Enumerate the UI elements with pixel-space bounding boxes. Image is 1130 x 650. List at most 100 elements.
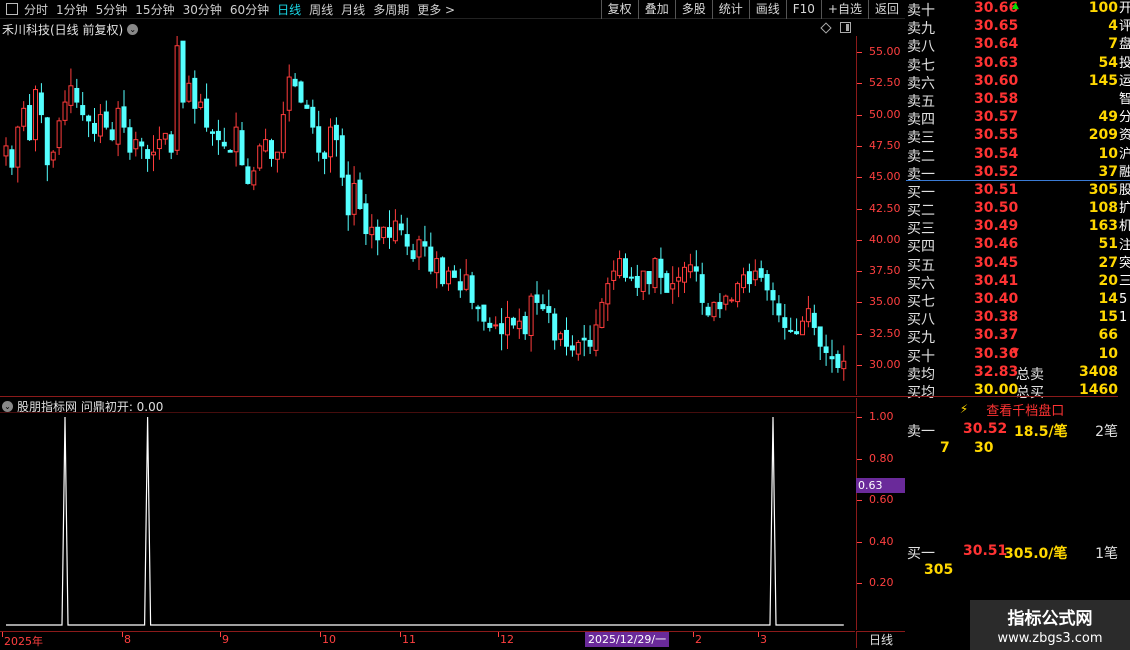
price-tick-label: 47.50 <box>869 138 901 152</box>
summary-total-label: 总卖 <box>1016 366 1044 383</box>
chevron-down-icon[interactable]: ⌄ <box>127 24 139 35</box>
candle <box>776 295 782 323</box>
book-row[interactable]: 卖三 30.55 209 <box>906 127 1118 147</box>
candle <box>115 101 121 157</box>
book-label: 卖五 <box>907 93 935 110</box>
book-label: 卖八 <box>907 39 935 56</box>
book-row[interactable]: 买七 30.40 14 <box>906 291 1118 310</box>
period-tab-9[interactable]: 多周期 <box>373 1 409 18</box>
edge-char: 股 <box>1119 183 1130 199</box>
tool-button-2[interactable]: 多股 <box>674 0 712 19</box>
candle <box>298 80 304 104</box>
book-row[interactable]: 买八 30.38 15 <box>906 309 1118 329</box>
book-row[interactable]: 买四 30.46 51 <box>906 236 1118 255</box>
tool-button-1[interactable]: 叠加 <box>637 0 675 19</box>
book-price: 30.60 <box>974 72 1019 89</box>
candle <box>741 267 746 294</box>
tool-button-4[interactable]: 画线 <box>748 0 786 19</box>
candle <box>770 282 776 316</box>
layout-toggle-icon[interactable] <box>6 3 18 15</box>
book-volume: 49 <box>1098 109 1118 126</box>
edge-char: 资 <box>1119 128 1130 144</box>
period-tab-4[interactable]: 30分钟 <box>183 1 222 18</box>
date-label: 2025年 <box>4 635 43 648</box>
book-price: 30.54 <box>974 145 1019 162</box>
candle <box>121 90 127 133</box>
candle <box>310 99 316 134</box>
book-row[interactable]: 卖五 30.58 <box>906 91 1118 110</box>
book-row[interactable]: 买五 30.45 27 <box>906 255 1118 274</box>
book-price: 30.37 <box>974 327 1019 344</box>
view-qian-dang-button[interactable]: 查看千档盘口 <box>986 400 1064 419</box>
candle <box>245 158 251 185</box>
candle <box>86 114 92 138</box>
book-label: 卖三 <box>907 130 935 147</box>
chevron-down-icon[interactable]: ⌄ <box>2 401 13 412</box>
candle <box>33 85 38 152</box>
period-tab-3[interactable]: 15分钟 <box>135 1 174 18</box>
ask1-queue-2: 30 <box>974 440 994 456</box>
edge-char: 融 <box>1119 164 1130 180</box>
price-tick-label: 32.50 <box>869 326 901 340</box>
candle <box>764 270 770 301</box>
period-tab-1[interactable]: 1分钟 <box>56 1 88 18</box>
candle <box>817 326 823 361</box>
period-tab-2[interactable]: 5分钟 <box>96 1 128 18</box>
book-volume: 145 <box>1088 72 1118 89</box>
period-tab-5[interactable]: 60分钟 <box>230 1 269 18</box>
candlestick-chart[interactable] <box>0 36 855 395</box>
candle <box>451 265 457 278</box>
candle <box>109 121 115 142</box>
period-tab-8[interactable]: 月线 <box>341 1 365 18</box>
tool-button-7[interactable]: 返回 <box>867 0 905 19</box>
tool-button-6[interactable]: +自选 <box>820 0 868 19</box>
candle <box>410 243 416 262</box>
book-row[interactable]: 卖六 30.60 145 <box>906 72 1118 92</box>
book-row[interactable]: 买十 30.36 10 ▼ <box>906 346 1118 365</box>
period-tab-6[interactable]: 日线 <box>277 1 301 18</box>
indicator-chart[interactable] <box>0 412 855 630</box>
book-row[interactable]: 卖八 30.64 7 <box>906 36 1118 56</box>
candle <box>351 166 357 226</box>
indicator-tick <box>857 583 862 585</box>
tool-button-0[interactable]: 复权 <box>600 0 638 19</box>
period-tab-0[interactable]: 分时 <box>24 1 48 18</box>
book-row[interactable]: 卖九 30.65 4 <box>906 18 1118 37</box>
tool-button-3[interactable]: 统计 <box>711 0 749 19</box>
book-row[interactable]: 卖四 30.57 49 <box>906 109 1118 128</box>
book-row[interactable]: 买九 30.37 66 <box>906 327 1118 346</box>
book-label: 买八 <box>907 312 935 329</box>
book-row[interactable]: 买一 30.51 305 <box>906 182 1118 201</box>
diamond-icon[interactable] <box>820 22 832 34</box>
book-volume: 37 <box>1098 163 1118 180</box>
period-tab-10[interactable]: 更多 > <box>417 1 455 18</box>
window-icon[interactable] <box>840 22 851 33</box>
date-tick <box>220 632 221 637</box>
candle <box>829 339 835 373</box>
candle <box>251 166 257 191</box>
candle <box>15 125 21 183</box>
book-row[interactable]: 卖十 30.66 100 ▲ <box>906 0 1118 19</box>
price-tick <box>857 365 862 366</box>
candle <box>145 144 151 172</box>
book-row[interactable]: 卖七 30.63 54 <box>906 55 1118 74</box>
candle <box>540 294 546 311</box>
book-volume: 51 <box>1098 236 1118 253</box>
tool-button-5[interactable]: F10 <box>785 0 821 19</box>
candle <box>97 104 103 144</box>
book-summary-row: 卖均 32.83 总卖 3408 <box>906 364 1118 383</box>
book-row[interactable]: 买二 30.50 108 <box>906 200 1118 219</box>
book-row[interactable]: 买六 30.41 20 <box>906 273 1118 292</box>
book-label: 买五 <box>907 257 935 274</box>
period-tab-7[interactable]: 周线 <box>309 1 333 18</box>
book-price: 30.38 <box>974 309 1019 326</box>
candle <box>564 317 569 356</box>
candle <box>80 92 86 121</box>
candle <box>569 335 575 357</box>
book-divider <box>906 396 1118 397</box>
candle <box>699 262 705 315</box>
candle <box>534 281 540 315</box>
edge-char: 三 <box>1119 274 1130 290</box>
book-row[interactable]: 买三 30.49 163 <box>906 218 1118 237</box>
book-row[interactable]: 卖二 30.54 10 <box>906 145 1118 165</box>
